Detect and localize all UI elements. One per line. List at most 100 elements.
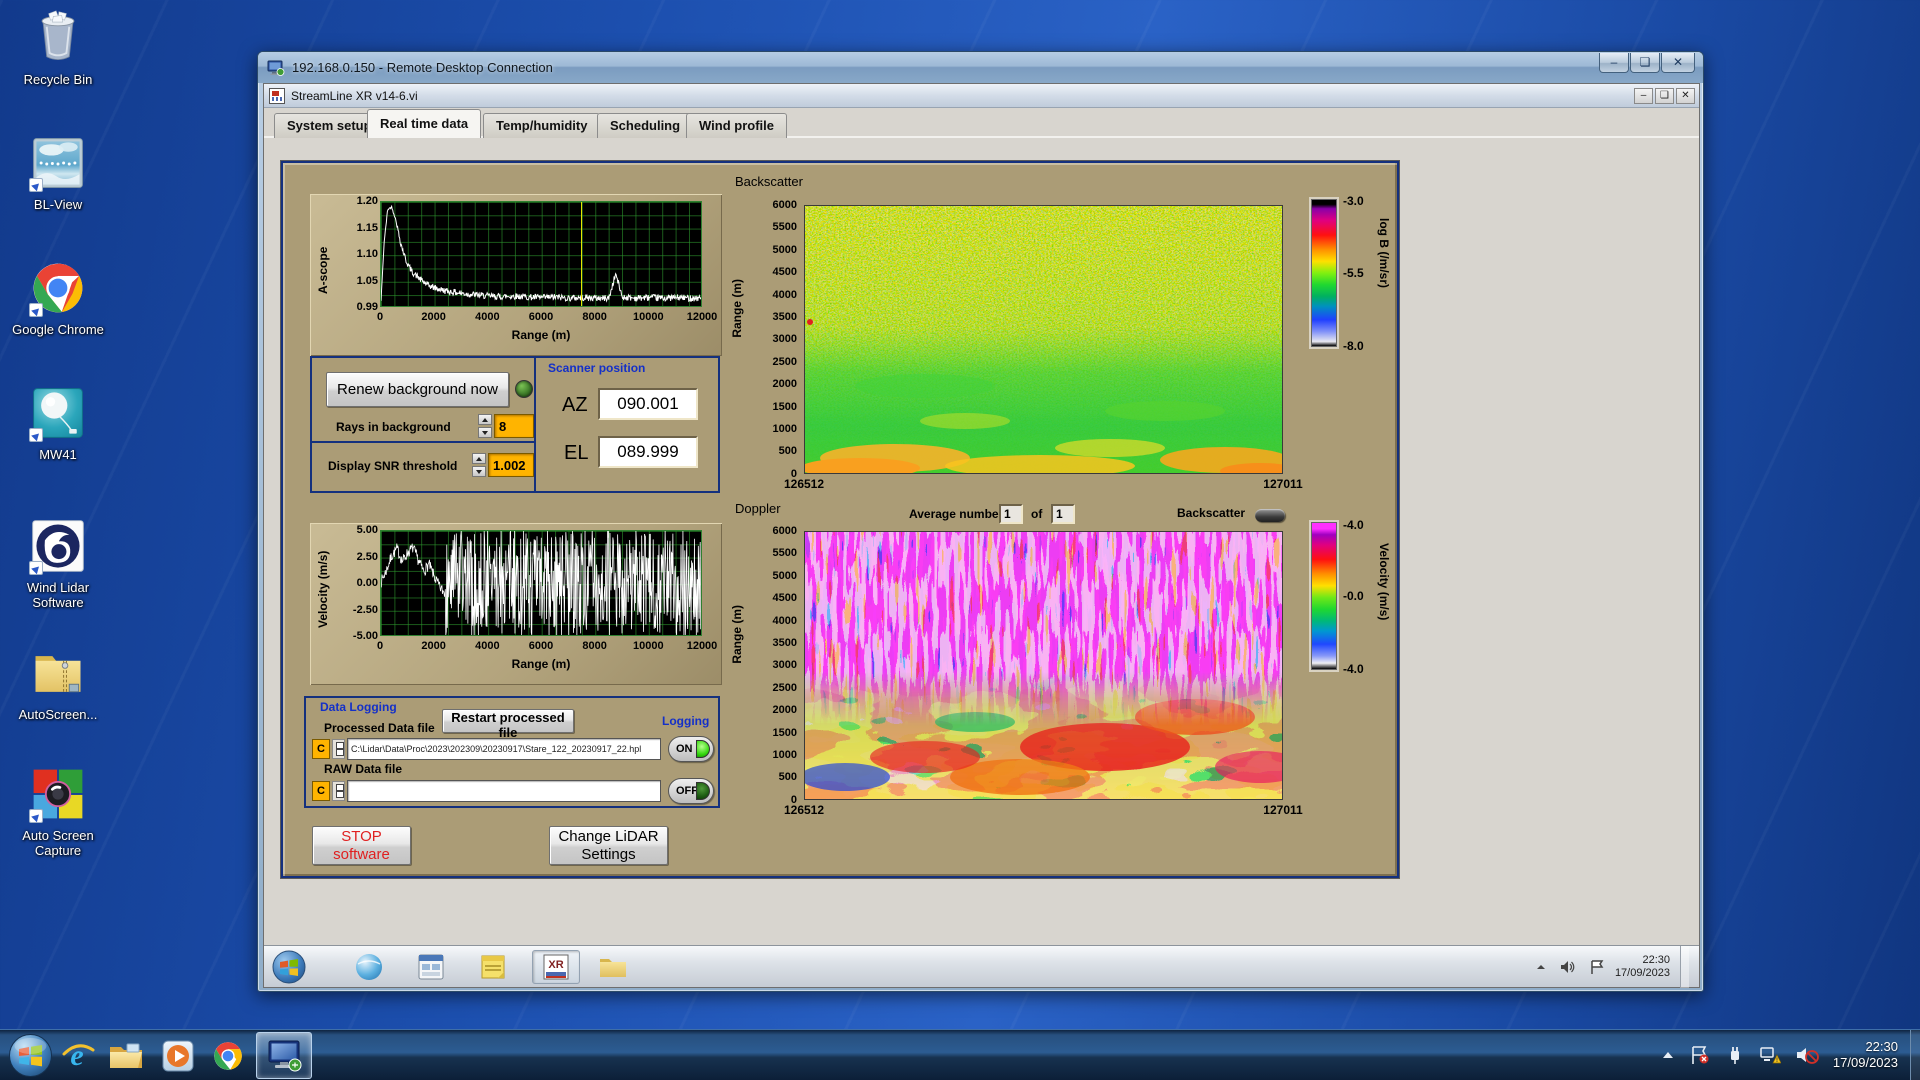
stop-software-button[interactable]: STOP software (312, 826, 411, 865)
close-button[interactable]: ✕ (1661, 53, 1695, 73)
session-taskbar-folder-icon[interactable] (594, 950, 632, 984)
el-value-field[interactable]: 089.999 (598, 436, 698, 468)
backscatter-y-axis-label: Range (m) (730, 279, 744, 338)
doppler-y-axis-label: Range (m) (730, 605, 744, 664)
tray-action-center-icon[interactable] (1689, 1045, 1711, 1065)
average-total-field[interactable]: 1 (1051, 504, 1075, 524)
taskbar-wmp-icon[interactable] (160, 1038, 196, 1074)
desktop-icon-label: MW41 (39, 447, 77, 462)
taskbar-clock[interactable]: 22:30 17/09/2023 (1833, 1039, 1898, 1071)
start-button[interactable] (8, 1033, 53, 1078)
desktop-icon-auto-screen-capture[interactable]: Auto Screen Capture (6, 764, 110, 858)
session-action-center-icon[interactable] (1589, 959, 1605, 975)
auto-screen-capture-icon (28, 764, 88, 824)
velocity-plot[interactable] (380, 530, 702, 636)
desktop-icon-wind-lidar[interactable]: Wind Lidar Software (6, 516, 110, 610)
session-taskbar: XR 22:30 17/09/2023 (264, 945, 1699, 988)
snr-value-field[interactable]: 1.002 (488, 453, 534, 477)
snr-threshold-label: Display SNR threshold (328, 459, 458, 473)
processed-logging-on-switch[interactable]: ON (668, 736, 714, 762)
front-panel: A-scope 1.20 1.15 1.10 1.05 0.99 0 2000 4000 60… (281, 161, 1399, 878)
doppler-cb-tick-mid: -0.0 (1343, 589, 1364, 603)
desktop-icon-autoscreen-zip[interactable]: AutoScreen... (6, 643, 110, 722)
doppler-heatmap[interactable] (804, 531, 1283, 800)
rdp-title-bar[interactable]: 192.168.0.150 - Remote Desktop Connectio… (258, 52, 1703, 83)
session-volume-icon[interactable] (1559, 959, 1577, 975)
session-taskbar-app-icon[interactable] (412, 950, 450, 984)
velocity-axis-label: Velocity (m/s) (316, 550, 330, 628)
desktop-icon-label: Auto Screen Capture (22, 828, 94, 858)
streamline-window: StreamLine XR v14-6.vi – ❏ ✕ System setu… (263, 83, 1700, 988)
raw-logging-off-switch[interactable]: OFF (668, 778, 714, 804)
a-scope-y-ticks: 1.20 1.15 1.10 1.05 0.99 (356, 195, 378, 313)
session-show-desktop-button[interactable] (1680, 945, 1689, 988)
az-value-field[interactable]: 090.001 (598, 388, 698, 420)
average-of-label: of (1031, 507, 1043, 521)
session-tray-expand-icon[interactable] (1535, 962, 1547, 972)
tray-network-icon[interactable]: ! (1759, 1045, 1781, 1065)
rays-value-field[interactable]: 8 (494, 414, 534, 438)
maximize-button[interactable]: ❏ (1630, 53, 1660, 73)
velocity-chart: Velocity (m/s) 5.00 2.50 0.00 -2.50 -5.00 02… (310, 523, 722, 685)
el-label: EL (564, 442, 589, 464)
tab-scheduling[interactable]: Scheduling (597, 113, 694, 138)
tab-temp-humidity[interactable]: Temp/humidity (483, 113, 601, 138)
doppler-cb-tick-max: -4.0 (1343, 518, 1364, 532)
tray-expand-icon[interactable] (1661, 1050, 1675, 1060)
desktop-icon-recycle-bin[interactable]: Recycle Bin (6, 8, 110, 87)
doppler-colorbar-label: Velocity (m/s) (1377, 543, 1391, 621)
session-taskbar-browser-icon[interactable] (350, 950, 388, 984)
backscatter-toggle-switch[interactable] (1255, 509, 1285, 522)
inner-restore-button[interactable]: ❏ (1655, 88, 1674, 104)
session-taskbar-xr-app-button[interactable]: XR (532, 950, 580, 984)
background-controls-box: Renew background now Rays in background … (310, 356, 720, 493)
a-scope-plot[interactable] (380, 201, 702, 307)
renew-background-button[interactable]: Renew background now (326, 372, 509, 407)
backscatter-colorbar-label: log B (/m/sr) (1377, 218, 1391, 289)
taskbar-rdp-active-button[interactable] (256, 1032, 312, 1079)
session-clock[interactable]: 22:30 17/09/2023 (1615, 954, 1670, 980)
streamline-title-bar[interactable]: StreamLine XR v14-6.vi – ❏ ✕ (264, 84, 1699, 108)
minimize-button[interactable]: – (1599, 53, 1629, 73)
a-scope-x-axis-label: Range (m) (511, 328, 571, 342)
taskbar-ie-icon[interactable]: e (60, 1038, 96, 1074)
snr-spinner[interactable] (472, 453, 486, 477)
backscatter-cb-tick-mid: -5.5 (1343, 266, 1364, 280)
session-start-button[interactable] (272, 950, 306, 984)
desktop-icon-mw41[interactable]: MW41 (6, 383, 110, 462)
backscatter-heatmap[interactable] (804, 205, 1283, 474)
taskbar-chrome-icon[interactable] (210, 1038, 246, 1074)
tray-volume-muted-icon[interactable] (1795, 1045, 1819, 1065)
rdp-window-title: 192.168.0.150 - Remote Desktop Connectio… (292, 60, 553, 75)
vi-app-icon (269, 87, 285, 104)
raw-drive-selector[interactable]: C (312, 781, 330, 801)
inner-minimize-button[interactable]: – (1634, 88, 1653, 104)
restart-processed-file-button[interactable]: Restart processed file (442, 709, 574, 740)
backscatter-y-ticks: 6000 5500 5000 4500 4000 3500 3000 2500 2000 1500… (772, 199, 797, 480)
processed-data-file-label: Processed Data file (324, 721, 435, 735)
tab-real-time-data[interactable]: Real time data (367, 109, 482, 138)
doppler-y-ticks: 6000 5500 5000 4500 4000 3500 3000 2500 2000 1500… (772, 525, 797, 806)
average-number-field[interactable]: 1 (999, 504, 1023, 524)
desktop-icon-bl-view[interactable]: BL-View (6, 133, 110, 212)
tray-power-icon[interactable] (1725, 1045, 1745, 1065)
scanner-position-title: Scanner position (548, 361, 646, 375)
tab-wind-profile[interactable]: Wind profile (686, 113, 787, 138)
backscatter-toggle-label: Backscatter (1177, 506, 1246, 520)
session-taskbar-notes-icon[interactable] (474, 950, 512, 984)
show-desktop-button[interactable] (1910, 1030, 1920, 1080)
streamline-window-title: StreamLine XR v14-6.vi (291, 88, 418, 103)
average-number-label: Average number (909, 507, 1004, 521)
taskbar-explorer-icon[interactable] (108, 1038, 144, 1074)
processed-drive-selector[interactable]: C (312, 739, 330, 759)
a-scope-cursor[interactable] (581, 202, 582, 306)
change-lidar-settings-button[interactable]: Change LiDAR Settings (549, 826, 668, 865)
desktop-icon-google-chrome[interactable]: Google Chrome (6, 258, 110, 337)
rays-spinner[interactable] (478, 414, 492, 438)
data-logging-box: Data Logging Processed Data file Restart… (304, 696, 720, 808)
svg-text:XR: XR (548, 959, 563, 971)
doppler-x-tick-right: 127011 (1263, 803, 1303, 817)
raw-path-field[interactable] (347, 780, 661, 802)
inner-close-button[interactable]: ✕ (1676, 88, 1695, 104)
processed-path-field[interactable]: C:\Lidar\Data\Proc\2023\202309\20230917\… (347, 738, 661, 760)
